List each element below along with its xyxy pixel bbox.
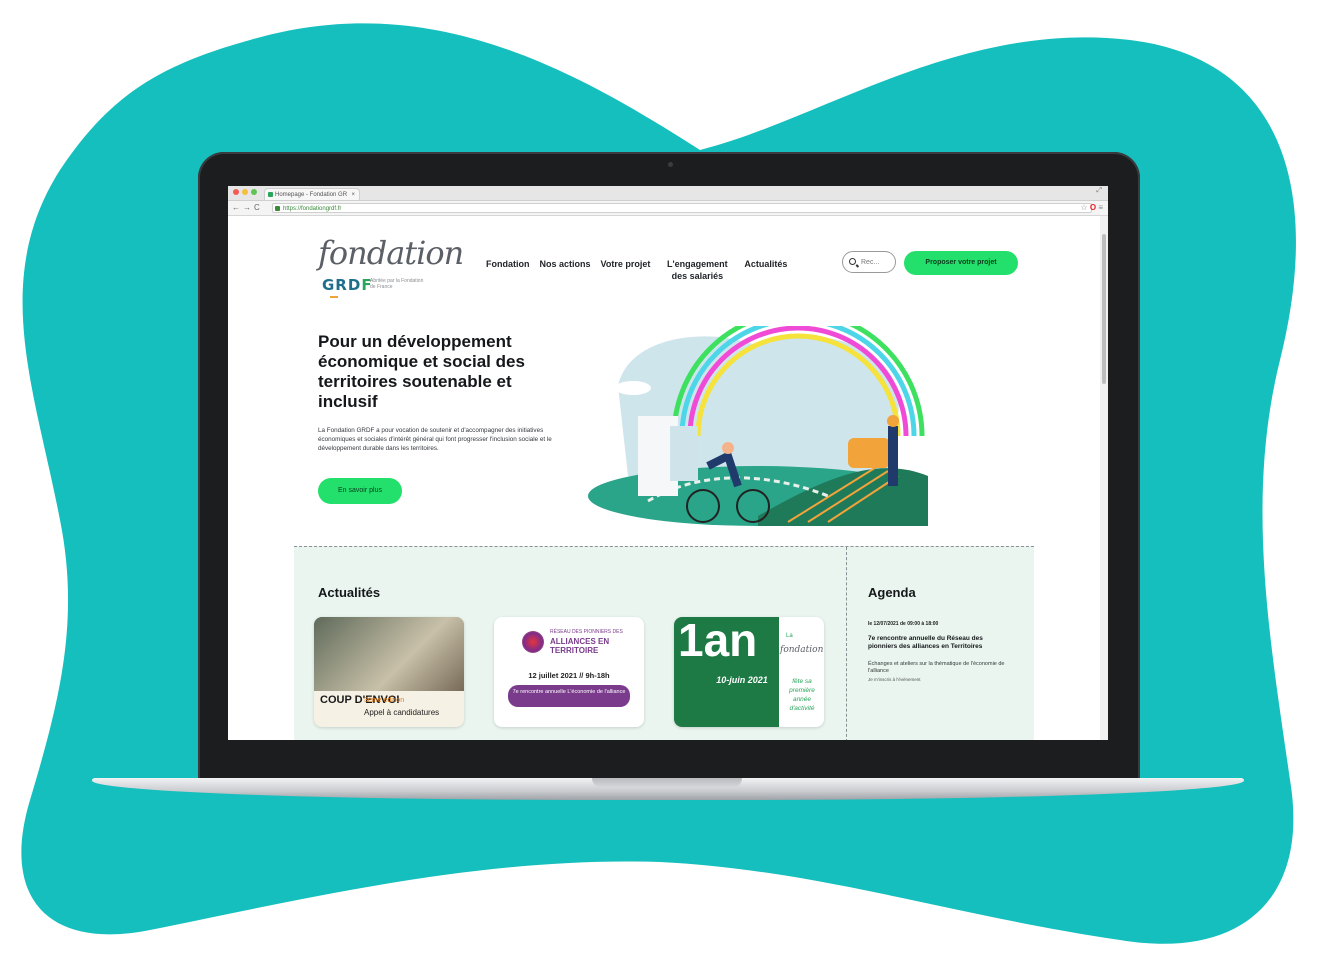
scrollbar-thumb[interactable] [1102, 234, 1106, 384]
card-side-text: fête sa première année d'activité [789, 678, 815, 712]
tab-bar: Homepage - Fondation GR × ⤢ [228, 186, 1108, 201]
address-bar-row: ←→C https://fondationgrdf.fr ☆ O ≡ [228, 201, 1108, 216]
nav-buttons[interactable]: ←→C [232, 203, 263, 212]
hero-illustration [588, 326, 928, 526]
search-icon [849, 258, 856, 265]
learn-more-button[interactable]: En savoir plus [318, 478, 402, 504]
news-card-photo [314, 617, 464, 691]
card-kicker: La [786, 633, 793, 639]
window-controls[interactable] [233, 189, 257, 195]
menu-icon[interactable]: ≡ [1098, 203, 1103, 212]
card-date: 12 juillet 2021 // 9h-18h [528, 671, 610, 680]
card-kicker: RÉSEAU DES PIONNIERS DES [550, 629, 623, 635]
news-card-coup-envoi[interactable]: COUP D'ENVOI 3ème édition Appel à candid… [314, 617, 464, 727]
browser-toolbar-icons[interactable]: ☆ O ≡ [1080, 203, 1103, 212]
star-icon[interactable]: ☆ [1080, 203, 1087, 212]
minimize-window-icon[interactable] [242, 189, 248, 195]
agenda-event-title[interactable]: 7e rencontre annuelle du Réseau des pion… [868, 635, 1008, 650]
tab-title: Homepage - Fondation GR [275, 192, 348, 198]
logo-fondation[interactable]: fondation [318, 234, 464, 272]
opera-icon[interactable]: O [1090, 203, 1096, 212]
back-icon[interactable]: ← [232, 203, 243, 212]
card-title: ALLIANCES EN TERRITOIRE [550, 637, 610, 655]
close-window-icon[interactable] [233, 189, 239, 195]
logo-tagline: Abritée par la Fondation de France [370, 278, 424, 290]
reload-icon[interactable]: C [254, 203, 263, 212]
camera-icon [668, 162, 673, 167]
hero-title: Pour un développement économique et soci… [318, 332, 525, 411]
lock-icon [275, 206, 280, 211]
news-card-alliances[interactable]: RÉSEAU DES PIONNIERS DES ALLIANCES EN TE… [494, 617, 644, 727]
card-date: 10-juin 2021 [716, 675, 768, 685]
card-big-text: 1an [678, 617, 758, 666]
card-subtitle: Appel à candidatures [364, 708, 440, 717]
nav-nos-actions[interactable]: Nos actions [540, 258, 591, 282]
nav-votre-projet[interactable]: Votre projet [601, 258, 651, 282]
forward-icon[interactable]: → [243, 203, 254, 212]
browser-window: Homepage - Fondation GR × ⤢ ←→C https://… [228, 186, 1108, 740]
maximize-window-icon[interactable] [251, 189, 257, 195]
agenda-date: le 12/07/2021 de 09:00 à 18:00 [868, 621, 939, 627]
propose-project-button[interactable]: Proposer votre projet [904, 251, 1018, 275]
logo-grdf[interactable]: GRDF [322, 276, 373, 294]
hero-text: La Fondation GRDF a pour vocation de sou… [318, 427, 552, 452]
news-card-1-an[interactable]: 1an 10-juin 2021 La fondation fête sa pr… [674, 617, 824, 727]
nav-engagement-salaries[interactable]: L'engagement des salariés [660, 258, 734, 282]
card-logo: fondation [780, 645, 824, 655]
card-edition: 3ème édition [364, 697, 405, 704]
news-section: Actualités COUP D'ENVOI 3ème édition App… [294, 546, 1034, 740]
laptop-notch [592, 778, 742, 788]
nav-actualites[interactable]: Actualités [744, 258, 787, 282]
browser-tab[interactable]: Homepage - Fondation GR × [264, 188, 360, 200]
laptop-frame: Homepage - Fondation GR × ⤢ ←→C https://… [198, 152, 1140, 782]
window-resize-icon[interactable]: ⤢ [1096, 187, 1102, 195]
url-text: https://fondationgrdf.fr [283, 206, 342, 212]
alliances-logo-icon [522, 631, 544, 653]
section-divider [846, 547, 847, 740]
news-title: Actualités [318, 585, 381, 600]
main-nav: Fondation Nos actions Votre projet L'eng… [486, 258, 787, 282]
favicon-icon [268, 192, 273, 197]
agenda-register-link[interactable]: Je m'inscris à l'évènement [868, 677, 921, 682]
agenda-description: Échanges et ateliers sur la thématique d… [868, 661, 1005, 674]
search-placeholder: Rec... [861, 259, 880, 266]
search-input[interactable]: Rec... [842, 251, 896, 273]
agenda-title: Agenda [868, 585, 916, 600]
scrollbar[interactable] [1100, 216, 1108, 740]
card-pill: 7e rencontre annuelle L'économie de l'al… [508, 685, 630, 707]
close-tab-icon[interactable]: × [351, 189, 355, 200]
address-bar[interactable]: https://fondationgrdf.fr [272, 203, 1092, 213]
nav-fondation[interactable]: Fondation [486, 258, 530, 282]
logo-accent-line [330, 296, 338, 298]
webpage: fondation GRDF Abritée par la Fondation … [228, 216, 1100, 740]
